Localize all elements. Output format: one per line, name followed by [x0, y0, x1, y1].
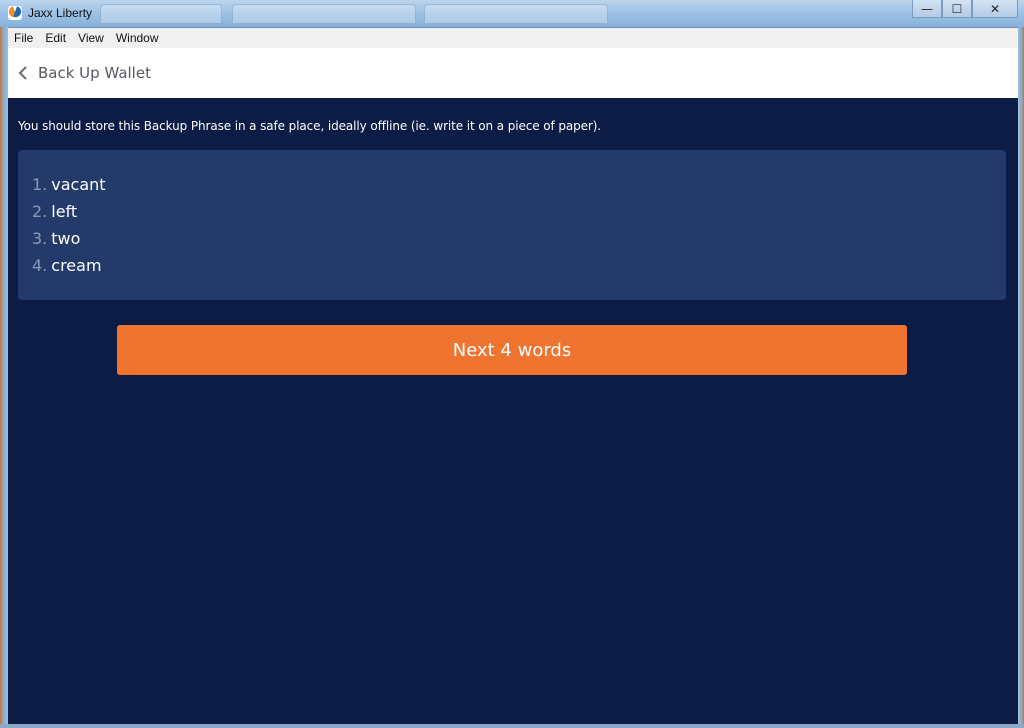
- menu-file[interactable]: File: [8, 31, 39, 45]
- backup-phrase-box: 1. vacant 2. left 3. two 4. cream: [18, 150, 1006, 300]
- window-frame-bottom: [0, 724, 1024, 728]
- main-content: You should store this Backup Phrase in a…: [8, 98, 1018, 724]
- phrase-word-number: 1.: [32, 175, 48, 194]
- window-controls: — ☐ ✕: [912, 0, 1018, 20]
- jaxx-logo-icon: [8, 6, 22, 20]
- app-window: Jaxx Liberty — ☐ ✕ File Edit View Window: [0, 0, 1024, 728]
- maximize-icon: ☐: [951, 1, 963, 16]
- page-title[interactable]: Back Up Wallet: [38, 64, 151, 82]
- backup-instruction-text: You should store this Backup Phrase in a…: [18, 119, 602, 133]
- menu-bar: File Edit View Window: [8, 28, 1018, 49]
- phrase-word: left: [51, 202, 78, 221]
- chevron-left-icon[interactable]: [14, 64, 32, 82]
- phrase-word: vacant: [51, 175, 106, 194]
- menu-edit[interactable]: Edit: [39, 31, 72, 45]
- backup-phrase-list: 1. vacant 2. left 3. two 4. cream: [32, 171, 106, 279]
- phrase-word-number: 2.: [32, 202, 48, 221]
- phrase-word-item: 2. left: [32, 198, 106, 225]
- close-icon: ✕: [989, 1, 1001, 16]
- window-title: Jaxx Liberty: [28, 6, 93, 20]
- phrase-word: cream: [51, 256, 102, 275]
- phrase-word-number: 4.: [32, 256, 48, 275]
- page-header: Back Up Wallet: [8, 48, 1018, 98]
- background-browser-tab: [424, 4, 608, 24]
- maximize-button[interactable]: ☐: [942, 0, 972, 18]
- phrase-word-item: 3. two: [32, 225, 106, 252]
- minimize-icon: —: [921, 1, 933, 16]
- menu-view[interactable]: View: [72, 31, 110, 45]
- next-words-button[interactable]: Next 4 words: [117, 325, 907, 375]
- phrase-word-number: 3.: [32, 229, 48, 248]
- window-frame-right: [1018, 27, 1024, 728]
- title-bar[interactable]: Jaxx Liberty — ☐ ✕: [0, 0, 1024, 28]
- menu-window[interactable]: Window: [110, 31, 165, 45]
- minimize-button[interactable]: —: [912, 0, 942, 18]
- phrase-word-item: 4. cream: [32, 252, 106, 279]
- window-frame-left: [0, 27, 8, 728]
- phrase-word: two: [51, 229, 81, 248]
- phrase-word-item: 1. vacant: [32, 171, 106, 198]
- background-browser-tab: [232, 4, 416, 24]
- background-browser-tab: [100, 4, 222, 24]
- close-button[interactable]: ✕: [972, 0, 1018, 18]
